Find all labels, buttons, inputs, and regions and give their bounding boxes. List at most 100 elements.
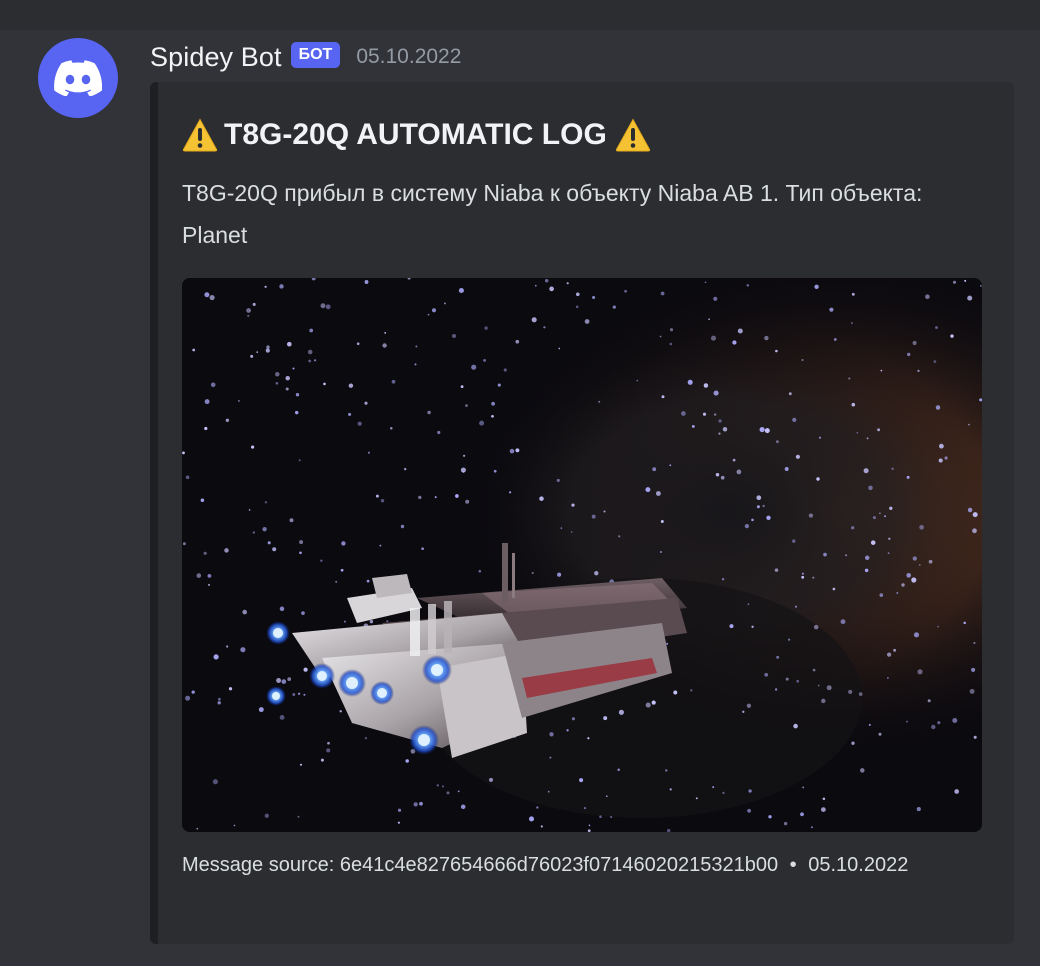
- star: [583, 807, 587, 810]
- star: [380, 498, 385, 503]
- star: [937, 625, 939, 628]
- star: [972, 528, 977, 534]
- star: [691, 424, 695, 428]
- star: [203, 551, 207, 555]
- star: [443, 302, 446, 305]
- star: [382, 343, 387, 348]
- star: [397, 808, 402, 812]
- star: [795, 454, 800, 459]
- star: [427, 313, 430, 316]
- embed-title-text: T8G-20Q AUTOMATIC LOG: [224, 118, 607, 151]
- star: [645, 487, 651, 493]
- star: [509, 448, 515, 454]
- star: [963, 621, 966, 625]
- star: [810, 826, 813, 829]
- star: [272, 547, 277, 552]
- star: [906, 720, 908, 723]
- star: [279, 606, 285, 612]
- star: [210, 382, 216, 388]
- star: [427, 410, 431, 415]
- embed-description: T8G-20Q прибыл в систему Niaba к объекту…: [182, 180, 923, 248]
- star: [303, 667, 308, 672]
- star: [465, 499, 470, 504]
- star: [822, 797, 826, 801]
- star: [952, 280, 957, 284]
- embed-image[interactable]: [182, 278, 982, 832]
- star: [460, 385, 464, 388]
- star: [264, 285, 267, 288]
- star: [969, 688, 975, 694]
- star: [226, 645, 229, 648]
- star: [851, 292, 855, 296]
- avatar[interactable]: [38, 38, 118, 118]
- star: [267, 541, 271, 545]
- star: [465, 404, 468, 407]
- star: [367, 451, 370, 454]
- star: [774, 568, 779, 572]
- star: [768, 815, 772, 819]
- message-timestamp[interactable]: 05.10.2022: [356, 45, 461, 69]
- star: [204, 426, 208, 431]
- star: [356, 342, 360, 345]
- star: [196, 573, 202, 578]
- star: [775, 349, 778, 353]
- star: [896, 591, 899, 594]
- star: [570, 531, 573, 533]
- embed: T8G-20Q AUTOMATIC LOG T8G-20Q прибыл в с…: [150, 82, 1014, 944]
- star: [826, 685, 832, 691]
- star: [478, 569, 482, 573]
- star: [814, 284, 819, 289]
- star: [414, 363, 417, 366]
- star: [718, 419, 722, 423]
- star: [952, 718, 958, 723]
- star: [419, 801, 423, 806]
- star: [240, 647, 246, 653]
- star: [471, 364, 477, 370]
- star: [766, 515, 771, 520]
- chat-message: Spidey Bot БОТ 05.10.2022 T8G-20Q AUTOMA…: [0, 0, 1040, 966]
- star: [980, 285, 982, 287]
- star: [204, 292, 210, 298]
- star: [598, 400, 601, 403]
- star: [192, 348, 196, 352]
- author-name[interactable]: Spidey Bot: [150, 42, 282, 73]
- star: [571, 503, 575, 507]
- star: [917, 669, 923, 675]
- star: [669, 464, 672, 467]
- star: [258, 707, 264, 713]
- star: [434, 496, 437, 499]
- star: [515, 448, 520, 453]
- star: [729, 624, 734, 629]
- star: [531, 317, 537, 323]
- star: [870, 540, 876, 545]
- star: [544, 278, 549, 283]
- footer-date: 05.10.2022: [808, 854, 909, 876]
- star: [964, 279, 967, 282]
- star: [916, 807, 921, 812]
- star: [813, 624, 819, 630]
- star: [928, 559, 933, 564]
- star: [845, 554, 848, 557]
- star: [463, 454, 466, 457]
- star: [732, 458, 736, 462]
- star: [931, 724, 936, 730]
- star: [912, 556, 917, 561]
- star: [821, 698, 826, 704]
- footer-separator: •: [789, 854, 797, 876]
- star: [651, 700, 656, 705]
- star: [294, 410, 299, 415]
- star: [919, 524, 924, 530]
- star: [872, 516, 876, 520]
- star: [893, 648, 897, 652]
- star: [588, 824, 591, 827]
- star: [925, 294, 930, 299]
- star: [575, 292, 580, 297]
- star: [224, 548, 229, 553]
- star: [788, 392, 792, 396]
- star: [762, 504, 765, 508]
- star: [242, 609, 248, 615]
- star: [441, 785, 445, 788]
- star: [587, 737, 590, 740]
- star: [746, 703, 752, 708]
- star: [491, 401, 495, 406]
